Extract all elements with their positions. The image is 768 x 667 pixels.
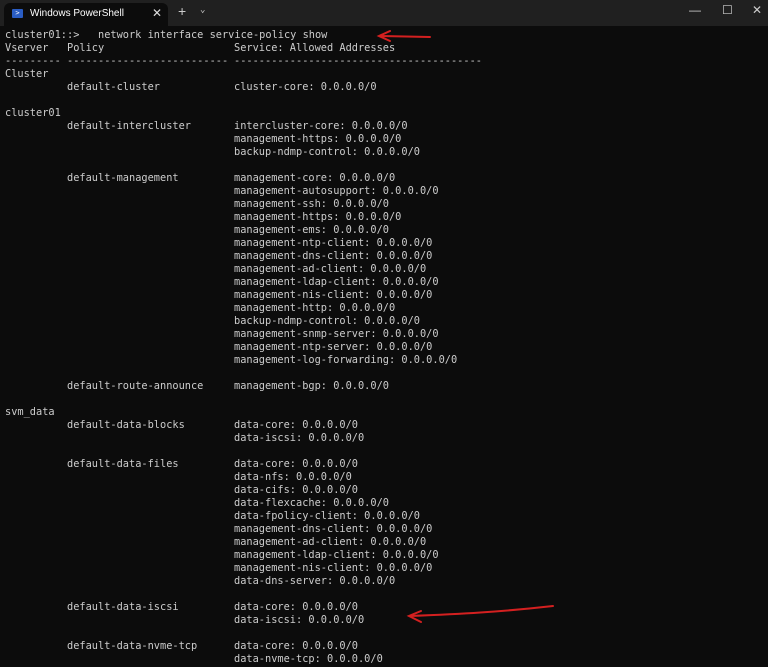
service-cell: data-core: 0.0.0.0/0 [234, 419, 358, 431]
service-cell: management-bgp: 0.0.0.0/0 [234, 380, 389, 392]
service-cell: backup-ndmp-control: 0.0.0.0/0 [234, 315, 420, 327]
policy-cell: default-data-iscsi [67, 601, 179, 613]
vserver-cell: svm_data [5, 406, 55, 418]
service-cell: data-fpolicy-client: 0.0.0.0/0 [234, 510, 420, 522]
title-bar: > Windows PowerShell ✕ + ⌄ — ☐ ✕ [0, 0, 768, 26]
tab-dropdown-button[interactable]: ⌄ [200, 5, 205, 15]
service-cell: management-dns-client: 0.0.0.0/0 [234, 250, 433, 262]
vserver-cell: Vserver [5, 42, 49, 54]
minimize-button[interactable]: — [689, 3, 701, 17]
new-tab-button[interactable]: + [178, 3, 186, 19]
policy-cell: default-data-blocks [67, 419, 185, 431]
service-cell: management-ntp-client: 0.0.0.0/0 [234, 237, 433, 249]
service-cell: cluster-core: 0.0.0.0/0 [234, 81, 377, 93]
policy-cell: default-data-files [67, 458, 179, 470]
service-cell: data-flexcache: 0.0.0.0/0 [234, 497, 389, 509]
red-arrow-icon [376, 30, 431, 42]
policy-cell: default-cluster [67, 81, 160, 93]
policy-cell: default-intercluster [67, 120, 191, 132]
policy-cell: default-data-nvme-tcp [67, 640, 198, 652]
policy-cell: Policy [67, 42, 105, 54]
service-cell: data-nfs: 0.0.0.0/0 [234, 471, 352, 483]
service-cell: management-http: 0.0.0.0/0 [234, 302, 396, 314]
tab-windows-powershell[interactable]: > Windows PowerShell ✕ [4, 3, 168, 26]
service-cell: management-snmp-server: 0.0.0.0/0 [234, 328, 439, 340]
vserver-cell: cluster01 [5, 107, 61, 119]
service-cell: management-ad-client: 0.0.0.0/0 [234, 263, 427, 275]
vserver-cell: Cluster [5, 68, 49, 80]
maximize-button[interactable]: ☐ [722, 3, 733, 17]
service-cell: management-autosupport: 0.0.0.0/0 [234, 185, 439, 197]
service-cell: management-nis-client: 0.0.0.0/0 [234, 289, 433, 301]
service-cell: data-core: 0.0.0.0/0 [234, 458, 358, 470]
service-cell: management-ldap-client: 0.0.0.0/0 [234, 549, 439, 561]
policy-cell: default-management [67, 172, 179, 184]
powershell-icon: > [12, 9, 23, 18]
service-cell: data-cifs: 0.0.0.0/0 [234, 484, 358, 496]
policy-cell: -------------------------- [67, 55, 229, 67]
service-cell: backup-ndmp-control: 0.0.0.0/0 [234, 146, 420, 158]
tab-close-button[interactable]: ✕ [152, 6, 162, 20]
close-window-button[interactable]: ✕ [752, 3, 762, 17]
vserver-cell: cluster01::> network interface service-p… [5, 29, 328, 41]
service-cell: data-core: 0.0.0.0/0 [234, 601, 358, 613]
service-cell: data-iscsi: 0.0.0.0/0 [234, 432, 365, 444]
tab-title: Windows PowerShell [30, 8, 124, 19]
service-cell: management-nis-client: 0.0.0.0/0 [234, 562, 433, 574]
service-cell: management-ad-client: 0.0.0.0/0 [234, 536, 427, 548]
red-arrow-icon [406, 605, 554, 623]
service-cell: management-ldap-client: 0.0.0.0/0 [234, 276, 439, 288]
service-cell: Service: Allowed Addresses [234, 42, 396, 54]
service-cell: data-iscsi: 0.0.0.0/0 [234, 614, 365, 626]
service-cell: management-ems: 0.0.0.0/0 [234, 224, 389, 236]
service-cell: management-ntp-server: 0.0.0.0/0 [234, 341, 433, 353]
service-cell: intercluster-core: 0.0.0.0/0 [234, 120, 408, 132]
service-cell: data-dns-server: 0.0.0.0/0 [234, 575, 396, 587]
service-cell: management-core: 0.0.0.0/0 [234, 172, 396, 184]
service-cell: management-https: 0.0.0.0/0 [234, 133, 402, 145]
service-cell: ---------------------------------------- [234, 55, 482, 67]
service-cell: management-https: 0.0.0.0/0 [234, 211, 402, 223]
policy-cell: default-route-announce [67, 380, 204, 392]
service-cell: data-core: 0.0.0.0/0 [234, 640, 358, 652]
service-cell: management-ssh: 0.0.0.0/0 [234, 198, 389, 210]
vserver-cell: --------- [5, 55, 61, 67]
service-cell: data-nvme-tcp: 0.0.0.0/0 [234, 653, 383, 665]
service-cell: management-dns-client: 0.0.0.0/0 [234, 523, 433, 535]
service-cell: management-log-forwarding: 0.0.0.0/0 [234, 354, 458, 366]
